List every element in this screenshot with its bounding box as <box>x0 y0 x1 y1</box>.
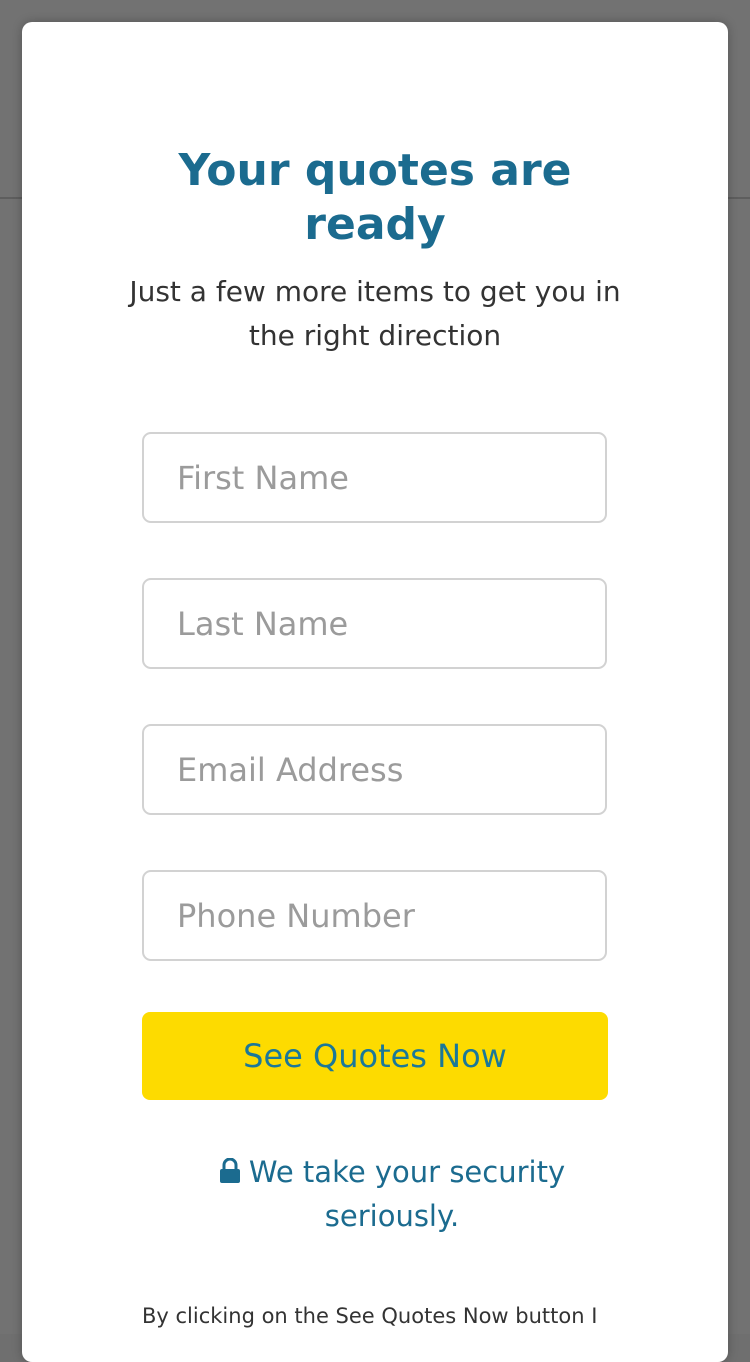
modal-title-line-1: Your quotes are <box>178 145 572 196</box>
modal-title-line-2: ready <box>304 199 446 250</box>
lock-icon <box>219 1152 241 1183</box>
last-name-field[interactable] <box>142 578 607 669</box>
modal-title: Your quotes are ready <box>22 144 728 252</box>
quote-modal: Your quotes are ready Just a few more it… <box>22 22 728 1362</box>
security-text: We take your security seriously. <box>248 1155 566 1233</box>
phone-field[interactable] <box>142 870 607 961</box>
email-field[interactable] <box>142 724 607 815</box>
security-note: We take your security seriously. <box>192 1150 592 1238</box>
see-quotes-now-button[interactable]: See Quotes Now <box>142 1012 608 1100</box>
first-name-field[interactable] <box>142 432 607 523</box>
modal-subtitle: Just a few more items to get you in the … <box>129 275 621 352</box>
consent-disclaimer: By clicking on the See Quotes Now button… <box>142 1304 598 1328</box>
